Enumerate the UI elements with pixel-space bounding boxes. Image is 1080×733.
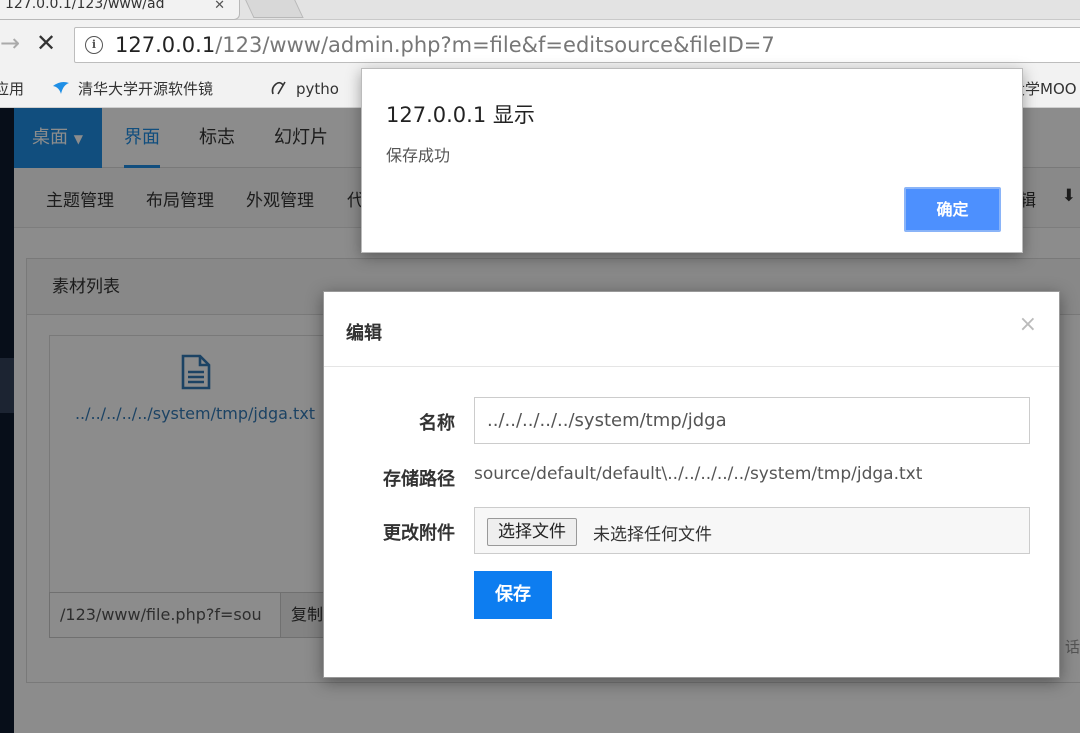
alert-title: 127.0.0.1 显示 xyxy=(386,103,535,127)
modal-title: 编辑 xyxy=(346,323,382,344)
tab-strip: 127.0.0.1/123/www/ad ✕ xyxy=(0,0,1080,20)
bookmark-apps[interactable]: 应用 xyxy=(0,79,24,99)
path-label: 存储路径 xyxy=(383,469,455,490)
new-tab-button[interactable] xyxy=(242,0,304,18)
forward-icon[interactable]: → xyxy=(0,31,20,55)
browser-toolbar: → ✕ i 127.0.0.1/123/www/admin.php?m=file… xyxy=(0,20,1080,70)
no-file-text: 未选择任何文件 xyxy=(593,525,712,545)
info-icon[interactable]: i xyxy=(85,36,103,54)
bird-icon xyxy=(53,82,69,94)
url-path: /123/www/admin.php?m=file&f=editsource&f… xyxy=(215,33,775,57)
attachment-file-input: 选择文件 未选择任何文件 xyxy=(474,507,1030,554)
tab-close-icon[interactable]: ✕ xyxy=(214,0,225,13)
bookmark-label: 清华大学开源软件镜 xyxy=(78,80,214,98)
bookmark-label: 应用 xyxy=(0,80,25,98)
alert-ok-button[interactable]: 确定 xyxy=(904,187,1001,232)
alert-message: 保存成功 xyxy=(386,146,451,165)
bookmark-label: pytho xyxy=(296,80,339,98)
script-icon xyxy=(271,81,286,95)
alert-dialog: 127.0.0.1 显示 保存成功 确定 xyxy=(361,68,1023,253)
stop-icon[interactable]: ✕ xyxy=(36,31,56,55)
url-text: 127.0.0.1/123/www/admin.php?m=file&f=edi… xyxy=(115,31,775,59)
browser-tab[interactable]: 127.0.0.1/123/www/ad ✕ xyxy=(0,0,240,20)
save-button[interactable]: 保存 xyxy=(474,571,552,619)
name-input[interactable]: ../../../../../system/tmp/jdga xyxy=(474,397,1030,444)
tab-title: 127.0.0.1/123/www/ad xyxy=(5,0,165,12)
bookmark-tsinghua[interactable]: 清华大学开源软件镜 xyxy=(52,79,213,99)
address-bar[interactable]: i 127.0.0.1/123/www/admin.php?m=file&f=e… xyxy=(74,27,1080,63)
storage-path-value: source/default/default\../../../../../sy… xyxy=(474,464,923,484)
bookmark-python[interactable]: pytho xyxy=(270,79,339,99)
edit-modal: 编辑 × 名称 ../../../../../system/tmp/jdga 存… xyxy=(323,291,1060,678)
close-icon[interactable]: × xyxy=(1019,312,1037,337)
choose-file-button[interactable]: 选择文件 xyxy=(487,518,577,546)
url-host: 127.0.0.1 xyxy=(115,33,216,57)
name-label: 名称 xyxy=(419,413,455,434)
modal-header: 编辑 × xyxy=(324,292,1059,367)
attachment-label: 更改附件 xyxy=(383,523,455,544)
